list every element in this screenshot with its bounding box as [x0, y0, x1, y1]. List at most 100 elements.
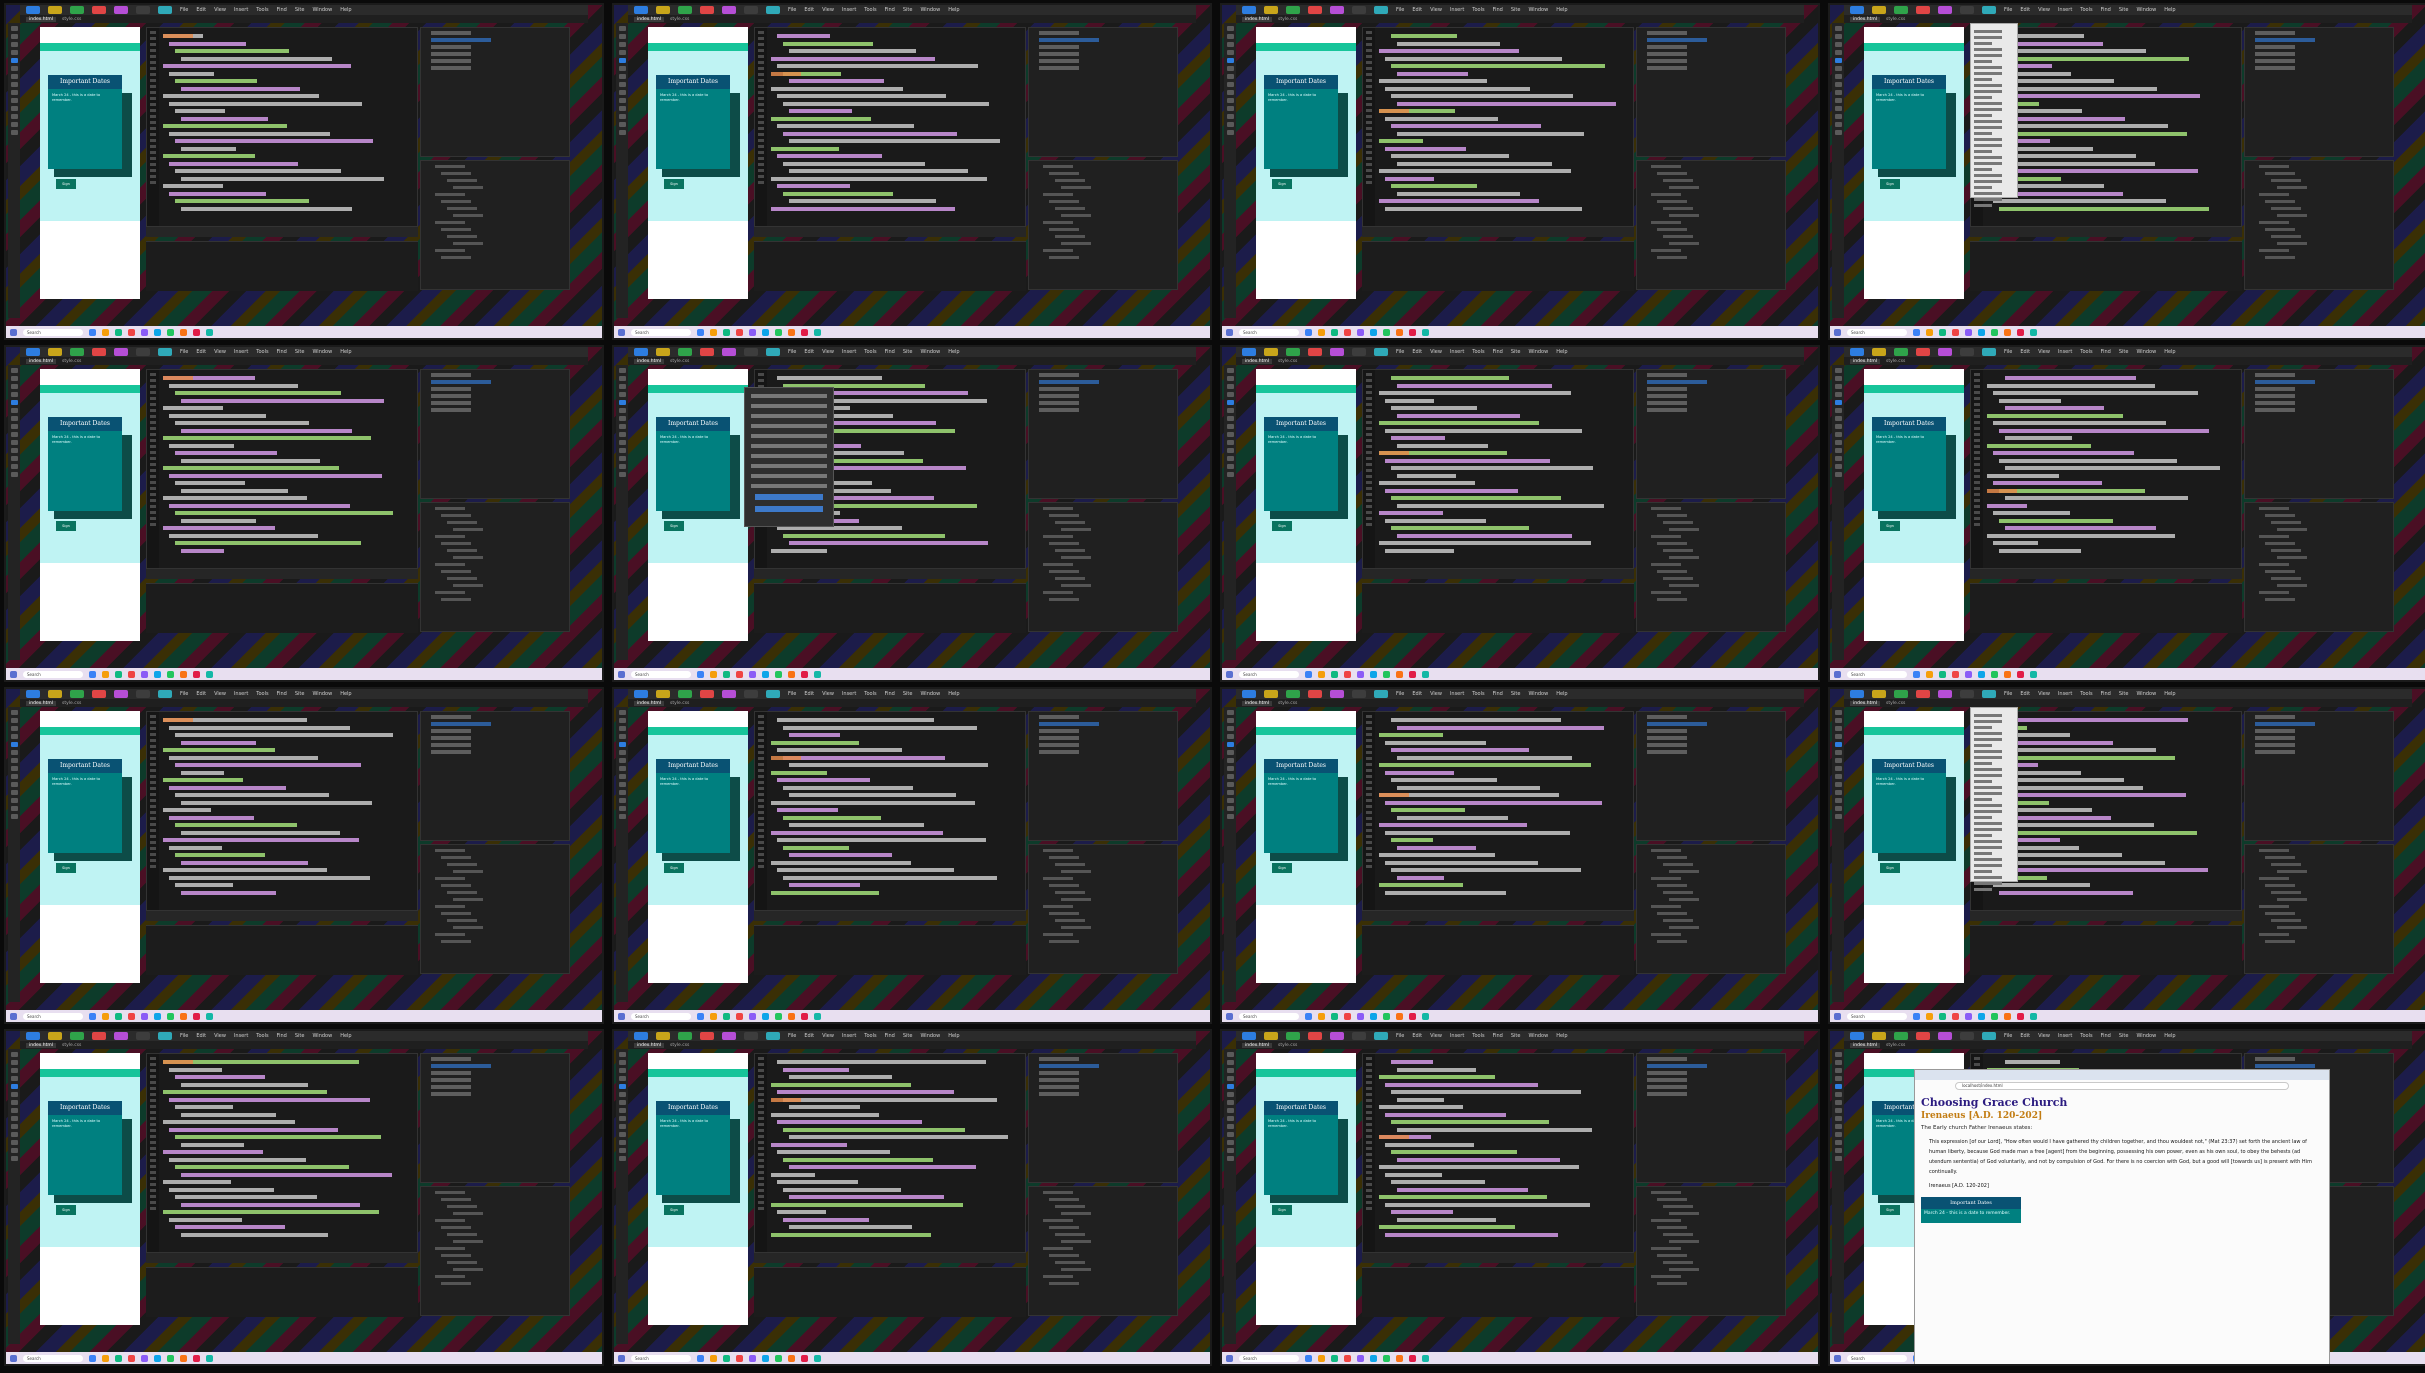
taskbar-app-icon[interactable] — [89, 670, 96, 678]
taskbar-app-icon[interactable] — [1965, 670, 1972, 678]
tool-icon[interactable] — [618, 1116, 626, 1121]
taskbar-app-icon[interactable] — [193, 328, 200, 336]
files-panel[interactable] — [420, 27, 570, 157]
tool-icon[interactable] — [10, 1084, 18, 1089]
tool-icon[interactable] — [618, 384, 626, 389]
taskbar-search[interactable]: Search — [1239, 1012, 1299, 1020]
taskbar-app-icon[interactable] — [1331, 1354, 1338, 1362]
menu-item[interactable] — [1974, 738, 2002, 741]
tool-icon[interactable] — [618, 98, 626, 103]
tool-icon[interactable] — [618, 742, 626, 747]
tool-icon[interactable] — [10, 130, 18, 135]
menu-item-site[interactable]: Site — [1511, 691, 1521, 697]
taskbar-app-icon[interactable] — [1344, 328, 1351, 336]
tool-icon[interactable] — [1834, 790, 1842, 795]
file-row[interactable] — [1647, 373, 1687, 377]
tool-icon[interactable] — [1226, 1084, 1234, 1089]
taskbar-app-icon[interactable] — [814, 1354, 821, 1362]
menubar-color-tab[interactable] — [114, 690, 128, 698]
tool-icon[interactable] — [10, 718, 18, 723]
file-row[interactable] — [431, 715, 471, 719]
dom-row[interactable] — [1657, 514, 1687, 517]
dom-row[interactable] — [2271, 891, 2301, 894]
code-editor[interactable] — [146, 1053, 418, 1253]
menu-item-view[interactable]: View — [1430, 349, 1442, 355]
tool-icon[interactable] — [618, 432, 626, 437]
dom-row[interactable] — [1669, 870, 1699, 873]
taskbar-app-icon[interactable] — [788, 1354, 795, 1362]
menu-item[interactable] — [1974, 108, 2002, 111]
tools-toolbar[interactable] — [1832, 365, 1844, 660]
dom-row[interactable] — [1657, 1254, 1687, 1257]
dom-row[interactable] — [447, 863, 477, 866]
tool-icon[interactable] — [1226, 782, 1234, 787]
dom-row[interactable] — [2277, 556, 2307, 559]
menu-item-help[interactable]: Help — [340, 7, 351, 13]
dom-row[interactable] — [2259, 591, 2289, 594]
document-tab[interactable]: style.css — [1278, 17, 1297, 22]
taskbar-app-icon[interactable] — [2030, 670, 2037, 678]
menubar-color-tab[interactable] — [1916, 690, 1930, 698]
dom-row[interactable] — [453, 1212, 483, 1215]
taskbar-app-icon[interactable] — [1383, 1354, 1390, 1362]
taskbar-app-icon[interactable] — [1396, 670, 1403, 678]
taskbar-app-icon[interactable] — [1991, 1012, 1998, 1020]
file-row[interactable] — [1647, 1092, 1687, 1096]
taskbar-app-icon[interactable] — [1383, 670, 1390, 678]
tool-icon[interactable] — [1834, 408, 1842, 413]
dom-row[interactable] — [441, 940, 471, 943]
taskbar-app-icon[interactable] — [788, 328, 795, 336]
menu-item-edit[interactable]: Edit — [196, 7, 206, 13]
menu-item-edit[interactable]: Edit — [196, 1033, 206, 1039]
dom-row[interactable] — [2271, 577, 2301, 580]
tool-icon[interactable] — [1834, 74, 1842, 79]
menubar-color-tab[interactable] — [26, 690, 40, 698]
menu-item-edit[interactable]: Edit — [2020, 349, 2030, 355]
tool-icon[interactable] — [618, 1140, 626, 1145]
dom-row[interactable] — [1663, 1233, 1693, 1236]
dom-row[interactable] — [1061, 556, 1091, 559]
windows-start-icon[interactable] — [1226, 1354, 1233, 1362]
taskbar-search[interactable]: Search — [23, 1012, 83, 1020]
file-row[interactable] — [1039, 1078, 1079, 1082]
file-row[interactable] — [431, 736, 471, 740]
files-panel[interactable] — [2244, 369, 2394, 499]
menu-item-insert[interactable]: Insert — [2058, 1033, 2072, 1039]
menubar-color-tab[interactable] — [158, 6, 172, 14]
tool-icon[interactable] — [1226, 368, 1234, 373]
document-tab[interactable]: index.html — [1850, 1042, 1880, 1048]
menubar-color-tab[interactable] — [1960, 690, 1974, 698]
windows-start-icon[interactable] — [618, 1354, 625, 1362]
dom-row[interactable] — [441, 542, 471, 545]
taskbar-app-icon[interactable] — [723, 1354, 730, 1362]
dom-row[interactable] — [453, 1240, 483, 1243]
menubar-color-tab[interactable] — [1352, 1032, 1366, 1040]
taskbar-app-icon[interactable] — [1318, 328, 1325, 336]
menu-item-file[interactable]: File — [788, 691, 796, 697]
tool-icon[interactable] — [10, 448, 18, 453]
dom-row[interactable] — [453, 1268, 483, 1271]
taskbar-app-icon[interactable] — [128, 1012, 135, 1020]
file-row[interactable] — [431, 743, 471, 747]
file-row[interactable] — [1039, 1071, 1079, 1075]
dom-row[interactable] — [1055, 207, 1085, 210]
dom-row[interactable] — [435, 249, 465, 252]
taskbar-app-icon[interactable] — [1978, 1012, 1985, 1020]
menu-item-view[interactable]: View — [1430, 1033, 1442, 1039]
dom-row[interactable] — [2265, 542, 2295, 545]
file-row[interactable] — [2255, 1064, 2315, 1068]
file-row[interactable] — [1647, 1078, 1687, 1082]
menubar-color-tab[interactable] — [744, 1032, 758, 1040]
tool-icon[interactable] — [618, 758, 626, 763]
dom-row[interactable] — [1651, 1191, 1681, 1194]
tool-icon[interactable] — [10, 750, 18, 755]
dom-row[interactable] — [2259, 535, 2289, 538]
tool-icon[interactable] — [618, 42, 626, 47]
tool-icon[interactable] — [618, 726, 626, 731]
tool-icon[interactable] — [1834, 384, 1842, 389]
dom-row[interactable] — [1061, 1268, 1091, 1271]
tool-icon[interactable] — [1834, 1132, 1842, 1137]
tool-icon[interactable] — [1834, 448, 1842, 453]
dom-row[interactable] — [435, 535, 465, 538]
menu-item-view[interactable]: View — [2038, 1033, 2050, 1039]
